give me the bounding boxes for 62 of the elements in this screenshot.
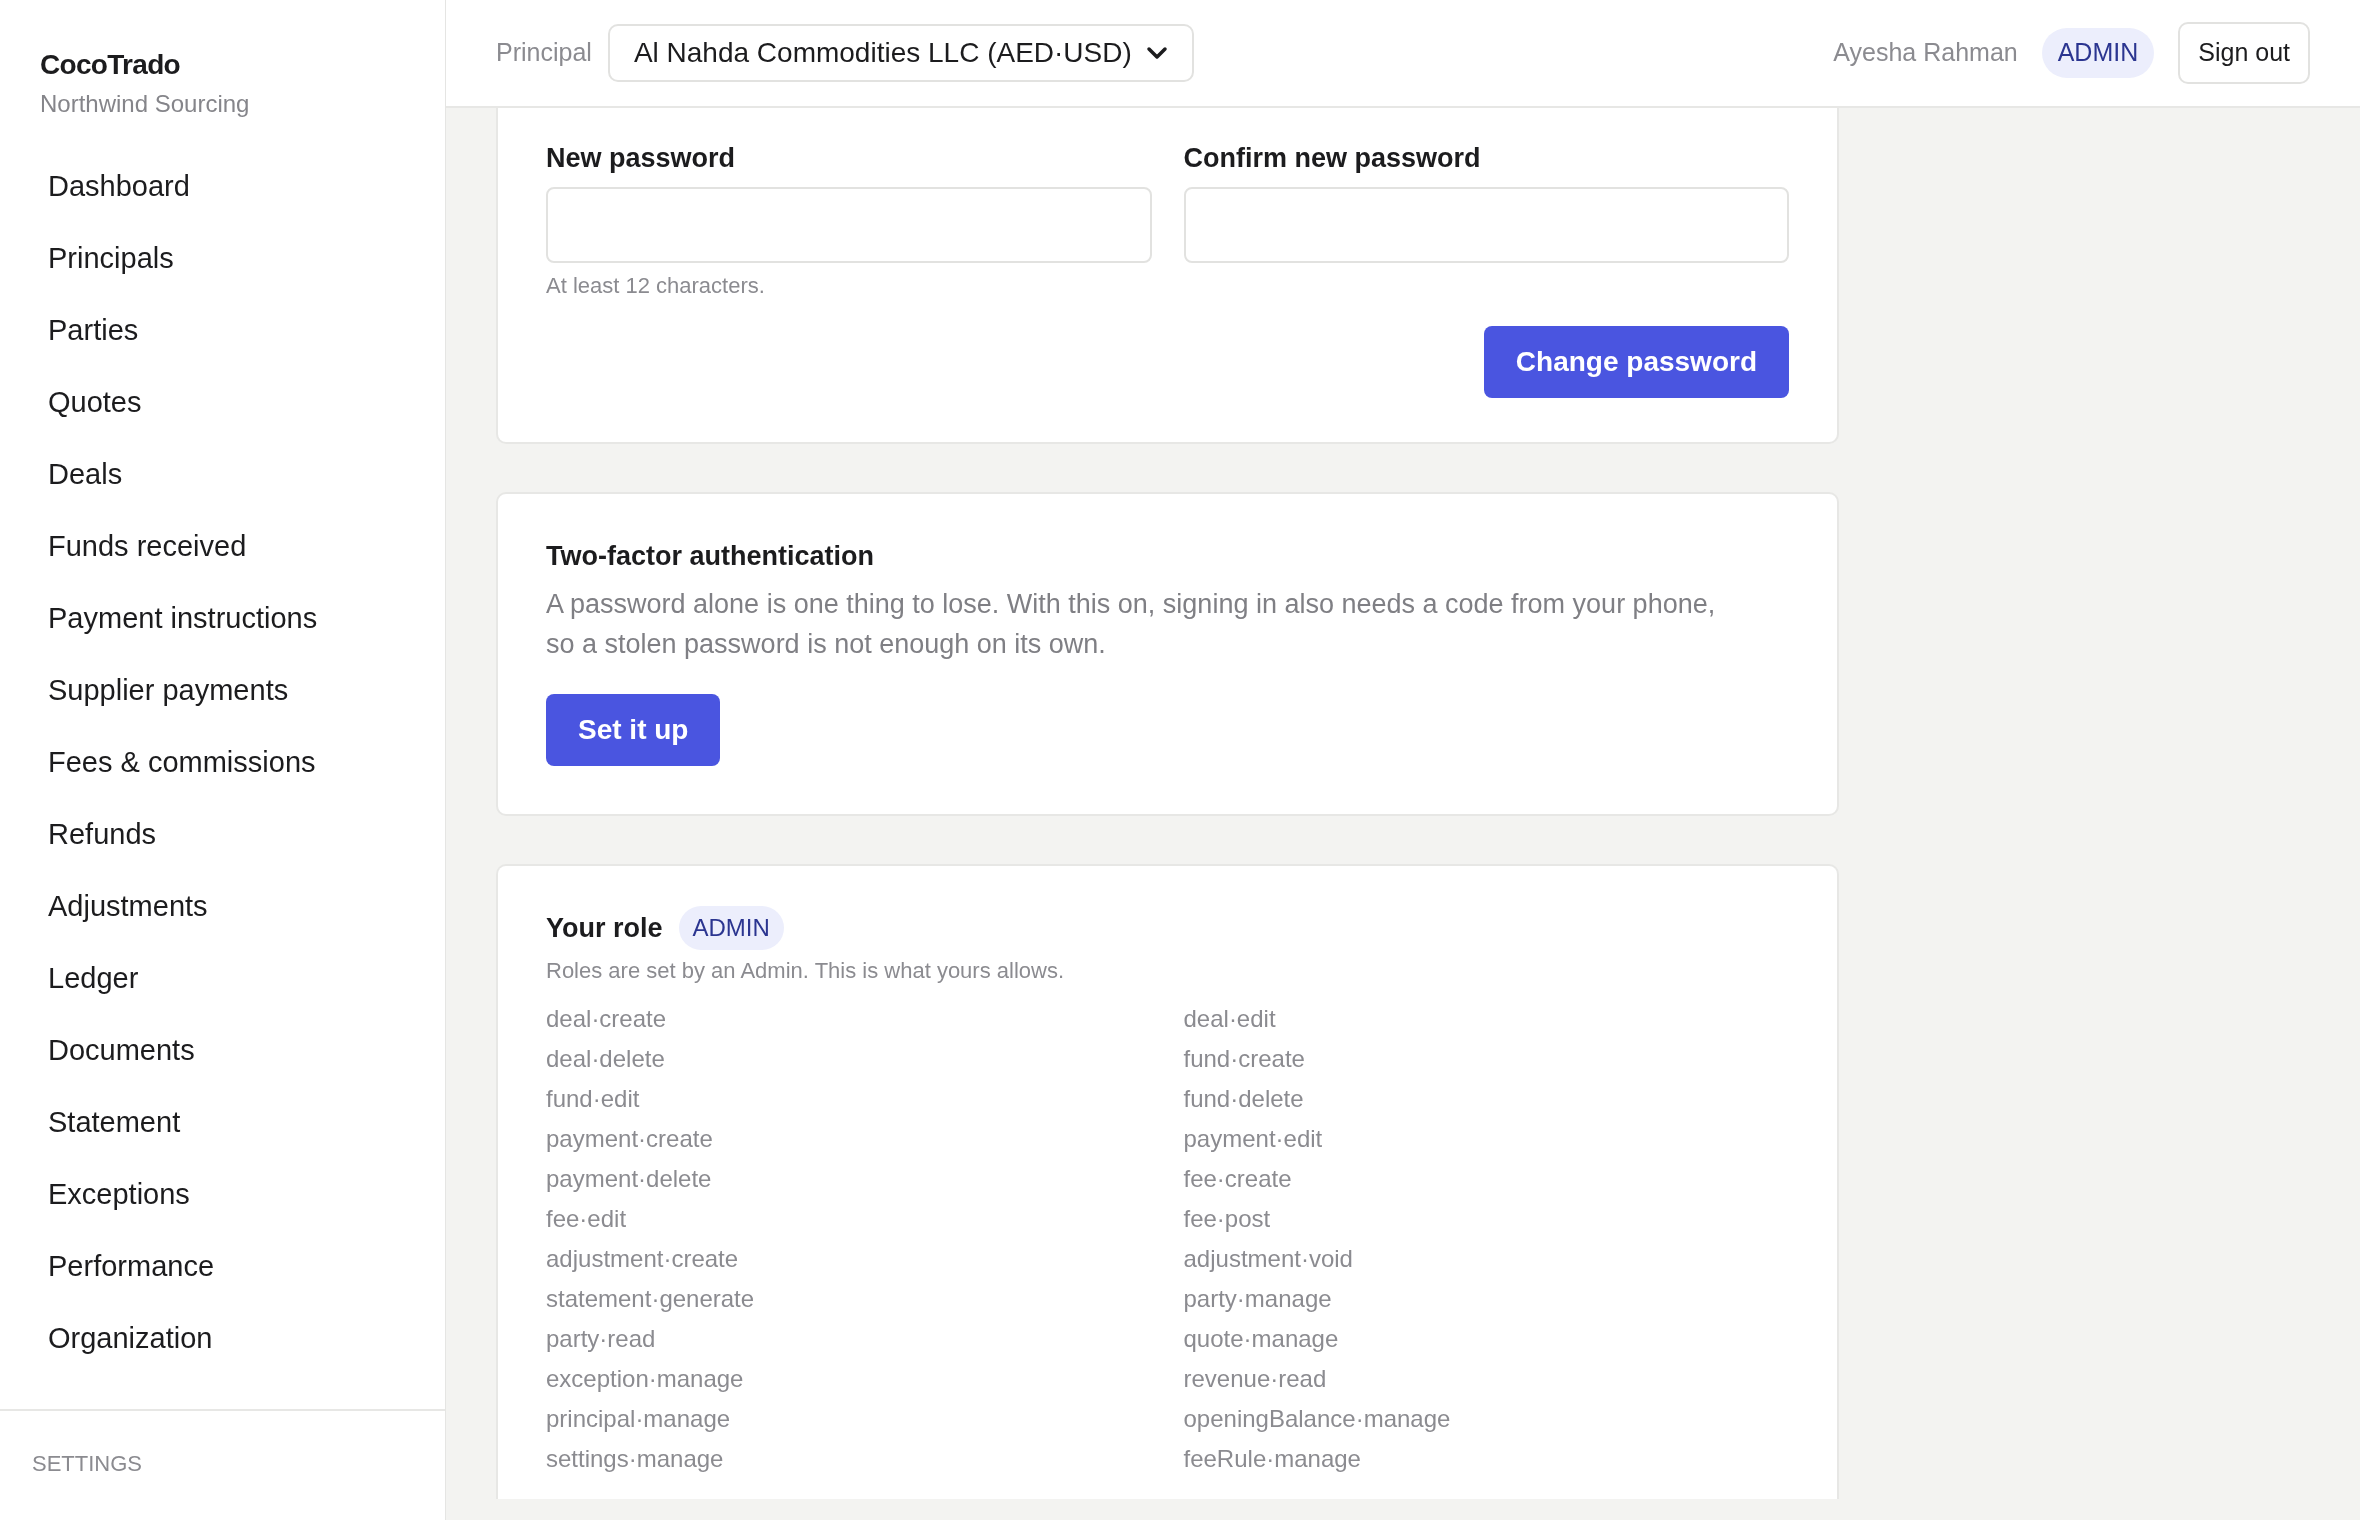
brand-name: CocoTrado bbox=[40, 48, 181, 82]
permission-item: fund·delete bbox=[1183, 1084, 1305, 1114]
permission-item: revenue·read bbox=[1183, 1364, 1328, 1394]
permission-item: quote·manage bbox=[1183, 1324, 1340, 1354]
permission-item: party·manage bbox=[1183, 1284, 1333, 1314]
permission-item: principal·manage bbox=[546, 1404, 732, 1434]
field-label: New password bbox=[546, 142, 737, 175]
nav-item[interactable]: Dashboard bbox=[32, 150, 413, 222]
nav-item[interactable]: Exceptions bbox=[32, 1158, 413, 1230]
principal-label: Principal bbox=[496, 37, 592, 69]
nav-item[interactable]: Principals bbox=[32, 222, 413, 294]
principal-select[interactable]: Al Nahda Commodities LLC (AED·USD) bbox=[607, 24, 1194, 82]
permission-item: deal·delete bbox=[546, 1044, 666, 1074]
permission-item: fee·edit bbox=[546, 1204, 628, 1234]
permission-item: feeRule·manage bbox=[1183, 1444, 1362, 1474]
new-password-field[interactable] bbox=[546, 186, 1152, 263]
nav-item[interactable]: Supplier payments bbox=[32, 654, 413, 726]
nav-item[interactable]: Fees & commissions bbox=[32, 726, 413, 798]
role-badge: ADMIN bbox=[678, 906, 784, 950]
nav-item[interactable]: Parties bbox=[32, 294, 413, 366]
card-title: Your role bbox=[546, 911, 663, 945]
permission-item: adjustment·void bbox=[1183, 1244, 1354, 1274]
permission-item: deal·create bbox=[546, 1004, 668, 1034]
nav-item[interactable]: Payment instructions bbox=[32, 582, 413, 654]
set-it-up-button[interactable]: Set it up bbox=[546, 694, 721, 766]
hint-text: At least 12 characters. bbox=[546, 271, 766, 300]
confirm-password-field[interactable] bbox=[1183, 186, 1789, 263]
field-label: Confirm new password bbox=[1183, 142, 1482, 175]
permission-item: payment·edit bbox=[1183, 1124, 1324, 1154]
change-password-button[interactable]: Change password bbox=[1483, 325, 1789, 398]
permission-item: payment·delete bbox=[546, 1164, 713, 1194]
user-name: Ayesha Rahman bbox=[1833, 37, 2018, 69]
permission-item: party·read bbox=[546, 1324, 657, 1354]
card-title: Two-factor authentication bbox=[546, 539, 875, 573]
section-heading: SETTINGS bbox=[32, 1450, 143, 1478]
permission-item: openingBalance·manage bbox=[1183, 1404, 1452, 1434]
permission-item: exception·manage bbox=[546, 1364, 745, 1394]
permission-item: deal·edit bbox=[1183, 1004, 1277, 1034]
nav-item[interactable]: Refunds bbox=[32, 798, 413, 870]
organization-name: Northwind Sourcing bbox=[40, 89, 251, 119]
permission-item: fee·create bbox=[1183, 1164, 1293, 1194]
nav-item[interactable]: Statement bbox=[32, 1086, 413, 1158]
permission-item: adjustment·create bbox=[546, 1244, 740, 1274]
permission-item: statement·generate bbox=[546, 1284, 756, 1314]
nav-item[interactable]: Quotes bbox=[32, 366, 413, 438]
nav-item[interactable]: Performance bbox=[32, 1230, 413, 1302]
permission-item: settings·manage bbox=[546, 1444, 725, 1474]
nav-item[interactable]: Ledger bbox=[32, 942, 413, 1014]
nav-item[interactable]: Funds received bbox=[32, 510, 413, 582]
nav-item[interactable]: Documents bbox=[32, 1014, 413, 1086]
nav-item[interactable]: Organization bbox=[32, 1302, 413, 1374]
permission-item: payment·create bbox=[546, 1124, 714, 1154]
sign-out-button[interactable]: Sign out bbox=[2178, 22, 2310, 84]
permission-item: fund·edit bbox=[546, 1084, 641, 1114]
description-text: A password alone is one thing to lose. With this on, signing in also needs a code from your phone, so a stolen password is not enough on its own. bbox=[546, 588, 1717, 661]
nav-item[interactable]: Deals bbox=[32, 438, 413, 510]
description-text: Roles are set by an Admin. This is what yours allows. bbox=[546, 957, 1066, 985]
permission-item: fund·create bbox=[1183, 1044, 1306, 1074]
permission-item: fee·post bbox=[1183, 1204, 1272, 1234]
role-badge: ADMIN bbox=[2041, 28, 2155, 78]
nav-item[interactable]: Adjustments bbox=[32, 870, 413, 942]
chevron-down-icon bbox=[1145, 46, 1168, 60]
